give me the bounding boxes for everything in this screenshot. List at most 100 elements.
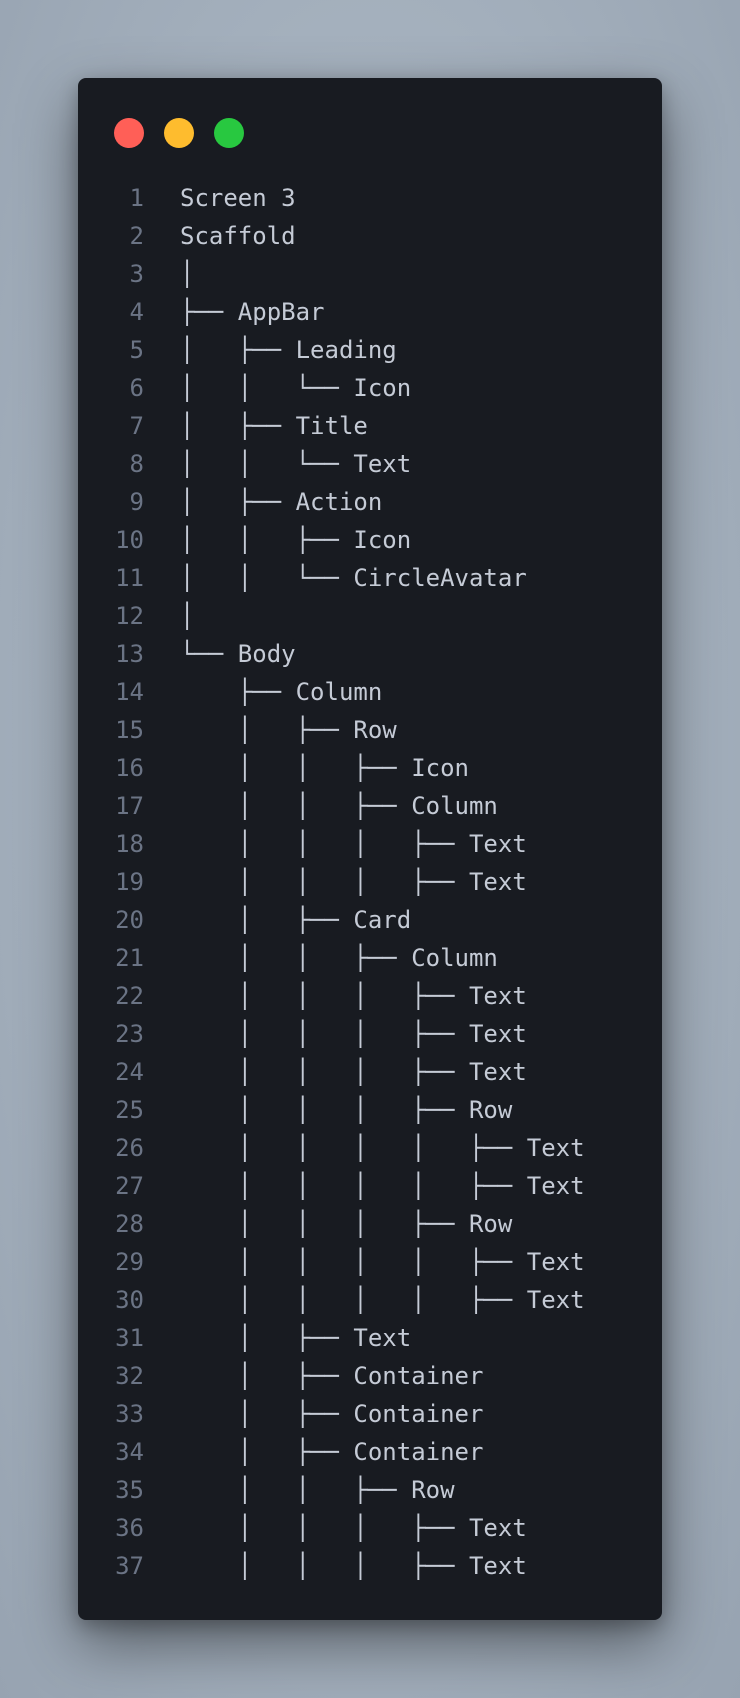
line-number: 27 — [115, 1172, 144, 1200]
code-line: 9 │ ├── Action — [78, 483, 662, 521]
code-line: 12 │ — [78, 597, 662, 635]
code-window: 1 Screen 3 2 Scaffold 3 │ 4 ├── AppBar 5 │ ├── Le… — [78, 78, 662, 1620]
line-number: 29 — [115, 1248, 144, 1276]
line-number: 34 — [115, 1438, 144, 1466]
line-number: 22 — [115, 982, 144, 1010]
line-text: │ │ └── Icon — [180, 374, 412, 402]
line-number: 21 — [115, 944, 144, 972]
code-line: 17 │ │ ├── Column — [78, 787, 662, 825]
line-number: 19 — [115, 868, 144, 896]
line-number: 14 — [115, 678, 144, 706]
line-number: 23 — [115, 1020, 144, 1048]
code-line: 8 │ │ └── Text — [78, 445, 662, 483]
line-number: 8 — [129, 450, 144, 478]
code-line: 5 │ ├── Leading — [78, 331, 662, 369]
line-text: │ │ │ │ ├── Text — [180, 1172, 585, 1200]
code-line: 33 │ ├── Container — [78, 1395, 662, 1433]
line-text: ├── Column — [180, 678, 383, 706]
code-line: 31 │ ├── Text — [78, 1319, 662, 1357]
line-number: 3 — [129, 260, 144, 288]
line-text: │ │ └── Text — [180, 450, 412, 478]
line-number: 5 — [129, 336, 144, 364]
code-line: 23 │ │ │ ├── Text — [78, 1015, 662, 1053]
code-line: 10 │ │ ├── Icon — [78, 521, 662, 559]
line-text: │ │ │ ├── Text — [180, 1552, 527, 1580]
line-number: 28 — [115, 1210, 144, 1238]
line-text: │ │ ├── Column — [180, 792, 498, 820]
line-number: 37 — [115, 1552, 144, 1580]
code-line: 1 Screen 3 — [78, 179, 662, 217]
line-text: │ │ │ │ ├── Text — [180, 1248, 585, 1276]
line-number: 16 — [115, 754, 144, 782]
line-number: 4 — [129, 298, 144, 326]
line-text: │ ├── Action — [180, 488, 383, 516]
maximize-dot-icon[interactable] — [214, 118, 244, 148]
line-text: │ │ │ │ ├── Text — [180, 1286, 585, 1314]
line-number: 36 — [115, 1514, 144, 1542]
line-text: │ │ └── CircleAvatar — [180, 564, 527, 592]
line-text: │ │ │ ├── Text — [180, 982, 527, 1010]
line-text: │ ├── Container — [180, 1362, 484, 1390]
code-line: 29 │ │ │ │ ├── Text — [78, 1243, 662, 1281]
code-line: 32 │ ├── Container — [78, 1357, 662, 1395]
line-text: │ ├── Container — [180, 1400, 484, 1428]
line-text: │ ├── Card — [180, 906, 412, 934]
line-number: 24 — [115, 1058, 144, 1086]
code-line: 13 └── Body — [78, 635, 662, 673]
code-line: 6 │ │ └── Icon — [78, 369, 662, 407]
line-number: 6 — [129, 374, 144, 402]
line-text: │ │ │ ├── Text — [180, 830, 527, 858]
line-number: 20 — [115, 906, 144, 934]
line-text: │ │ ├── Row — [180, 1476, 455, 1504]
line-text: ├── AppBar — [180, 298, 325, 326]
code-line: 35 │ │ ├── Row — [78, 1471, 662, 1509]
line-text: └── Body — [180, 640, 296, 668]
code-line: 16 │ │ ├── Icon — [78, 749, 662, 787]
line-number: 9 — [129, 488, 144, 516]
code-line: 25 │ │ │ ├── Row — [78, 1091, 662, 1129]
line-number: 13 — [115, 640, 144, 668]
line-number: 11 — [115, 564, 144, 592]
code-line: 28 │ │ │ ├── Row — [78, 1205, 662, 1243]
line-text: │ │ │ ├── Text — [180, 1058, 527, 1086]
line-text: │ │ │ │ ├── Text — [180, 1134, 585, 1162]
code-line: 36 │ │ │ ├── Text — [78, 1509, 662, 1547]
code-line: 3 │ — [78, 255, 662, 293]
line-text: Scaffold — [180, 222, 296, 250]
line-text: │ ├── Leading — [180, 336, 397, 364]
line-number: 7 — [129, 412, 144, 440]
line-text: │ ├── Row — [180, 716, 397, 744]
code-line: 4 ├── AppBar — [78, 293, 662, 331]
code-line: 22 │ │ │ ├── Text — [78, 977, 662, 1015]
line-text: │ │ ├── Column — [180, 944, 498, 972]
line-number: 18 — [115, 830, 144, 858]
line-text: │ ├── Text — [180, 1324, 412, 1352]
line-text: │ │ ├── Icon — [180, 526, 412, 554]
code-line: 30 │ │ │ │ ├── Text — [78, 1281, 662, 1319]
code-line: 11 │ │ └── CircleAvatar — [78, 559, 662, 597]
line-number: 26 — [115, 1134, 144, 1162]
code-line: 15 │ ├── Row — [78, 711, 662, 749]
code-line: 19 │ │ │ ├── Text — [78, 863, 662, 901]
line-number: 15 — [115, 716, 144, 744]
line-text: │ │ │ ├── Text — [180, 868, 527, 896]
line-text: │ │ │ ├── Text — [180, 1514, 527, 1542]
line-number: 31 — [115, 1324, 144, 1352]
line-number: 30 — [115, 1286, 144, 1314]
line-text: Screen 3 — [180, 184, 296, 212]
line-text: │ — [180, 260, 195, 288]
line-text: │ │ │ ├── Row — [180, 1096, 513, 1124]
code-line: 21 │ │ ├── Column — [78, 939, 662, 977]
line-number: 10 — [115, 526, 144, 554]
line-number: 1 — [129, 184, 144, 212]
minimize-dot-icon[interactable] — [164, 118, 194, 148]
line-text: │ │ │ ├── Row — [180, 1210, 513, 1238]
code-line: 20 │ ├── Card — [78, 901, 662, 939]
close-dot-icon[interactable] — [114, 118, 144, 148]
line-text: │ ├── Title — [180, 412, 368, 440]
code-block: 1 Screen 3 2 Scaffold 3 │ 4 ├── AppBar 5 │ ├── Le… — [78, 179, 662, 1585]
line-text: │ │ ├── Icon — [180, 754, 469, 782]
line-number: 33 — [115, 1400, 144, 1428]
line-number: 35 — [115, 1476, 144, 1504]
line-number: 17 — [115, 792, 144, 820]
